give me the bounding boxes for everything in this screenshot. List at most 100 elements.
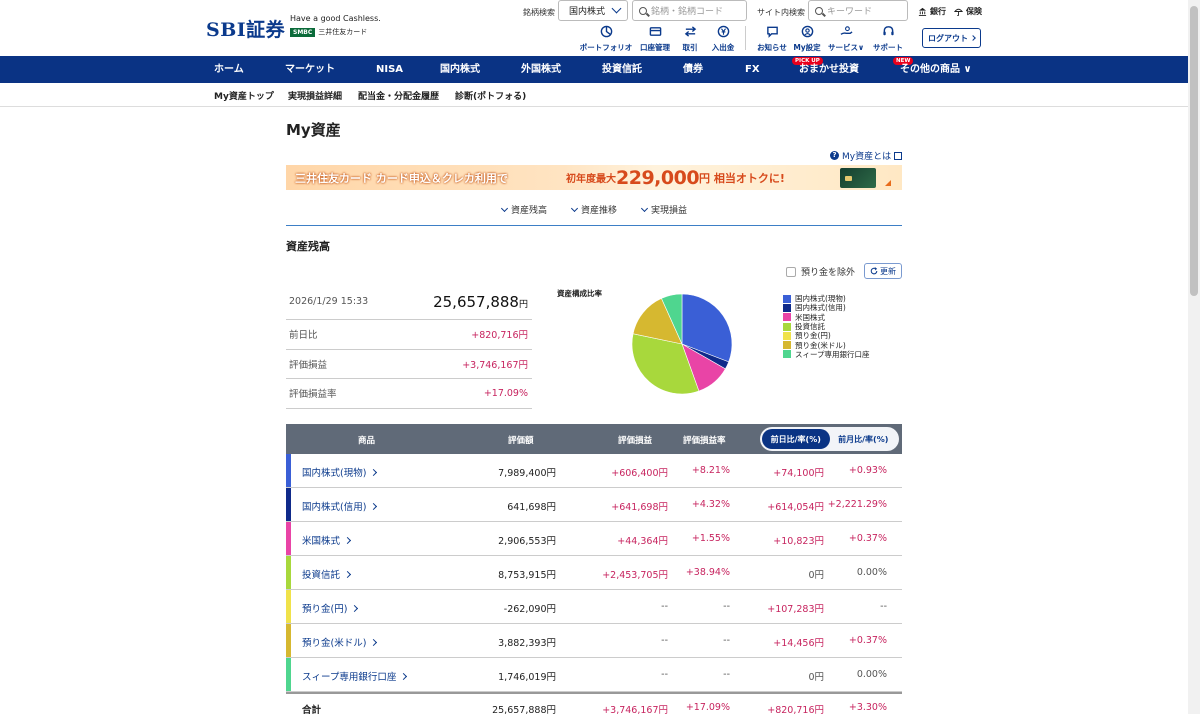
row-pl-rate: +4.32% [691, 499, 730, 510]
row-value: 1,746,019円 [498, 672, 556, 683]
col-value: 評価額 [508, 436, 534, 446]
chevron-down-icon [500, 204, 509, 212]
section-title: 資産残高 [286, 240, 330, 253]
anchor-realized[interactable]: 実現損益 [640, 203, 687, 216]
row-product-link[interactable]: 国内株式(現物) [302, 465, 378, 479]
exclude-deposit-toggle[interactable]: 預り金を除外 [786, 265, 855, 278]
refresh-button[interactable]: 更新 [864, 263, 902, 279]
question-icon: ? [830, 151, 839, 160]
col-product: 商品 [358, 436, 376, 446]
smbc-text: 三井住友カード [318, 28, 368, 36]
sbi-logo[interactable]: SBI証券 [206, 15, 285, 42]
credit-card-image [840, 168, 876, 188]
subnav-realized-pl[interactable]: 実現損益詳細 [288, 89, 342, 102]
chevron-down-icon [570, 204, 579, 212]
table-total-row: 合計 25,657,888円 +3,746,167円 +17.09% +820,… [286, 692, 902, 714]
row-product-link[interactable]: 預り金(円) [302, 601, 359, 615]
row-pl-rate: -- [723, 601, 730, 612]
nav-other-products[interactable]: その他の商品 ∨ [900, 56, 972, 83]
row-day-rate: +0.93% [848, 465, 887, 476]
banner-text: 三井住友カード カード申込＆クレカ利用で [295, 172, 508, 185]
nav-bonds[interactable]: 債券 [683, 56, 703, 83]
row-product-link[interactable]: 米国株式 [302, 533, 352, 547]
row-pl-rate: +1.55% [691, 533, 730, 544]
nav-fx[interactable]: FX [745, 56, 760, 83]
row-product-link[interactable]: 国内株式(信用) [302, 499, 378, 513]
row-color-bar [286, 522, 291, 555]
table-row: 預り金(米ドル) 3,882,393円 -- -- +14,456円 +0.37% [286, 624, 902, 658]
summary-total: 25,657,888円 [433, 292, 528, 311]
stock-search-input[interactable]: 銘柄・銘柄コード [632, 0, 747, 21]
nav-foreign-stocks[interactable]: 外国株式 [521, 56, 561, 83]
market-select-value: 国内株式 [569, 7, 606, 17]
row-day-rate: 0.00% [856, 669, 887, 680]
nav-market[interactable]: マーケット [285, 56, 335, 83]
row-day-rate: 0.00% [856, 567, 887, 578]
asset-summary: 2026/1/29 15:33 25,657,888円 前日比 +820,716… [286, 284, 532, 409]
summary-total-row: 2026/1/29 15:33 25,657,888円 [286, 284, 532, 320]
legend-label: スィープ専用銀行口座 [795, 349, 870, 359]
chevron-right-icon [351, 604, 359, 612]
nav-robo-advisor[interactable]: おまかせ投資 [799, 56, 859, 83]
external-link-icon [894, 151, 903, 160]
table-header: 商品 評価額 評価損益 評価損益率 前日比/率(%) 前月比/率(%) [286, 424, 902, 454]
exclude-deposit-checkbox[interactable] [786, 266, 796, 277]
anchor-balance[interactable]: 資産残高 [500, 203, 547, 216]
row-product-link[interactable]: 預り金(米ドル) [302, 635, 378, 649]
legend-swatch [783, 303, 791, 312]
row-pl: +2,453,705円 [602, 570, 668, 581]
total-day: +820,716円 [767, 705, 824, 714]
support-button[interactable]: サポート [858, 25, 918, 53]
row-color-bar [286, 556, 291, 589]
legend-swatch [783, 313, 791, 322]
tagline: Have a good Cashless. [290, 14, 381, 23]
nav-nisa[interactable]: NISA [376, 56, 403, 83]
row-pl: -- [661, 669, 668, 680]
row-value: -262,090円 [503, 604, 556, 615]
subnav-diagnosis[interactable]: 診断(ポトフォる) [455, 89, 526, 102]
logout-button[interactable]: ログアウト [922, 28, 981, 48]
insurance-link[interactable]: 保険 [954, 6, 982, 17]
table-row: 米国株式 2,906,553円 +44,364円 +1.55% +10,823円 +0.3… [286, 522, 902, 556]
site-search-label: サイト内検索 [757, 8, 805, 17]
bank-link[interactable]: 銀行 [918, 6, 946, 17]
toggle-day-over-day[interactable]: 前日比/率(%) [762, 429, 830, 449]
site-search-input[interactable]: キーワード [808, 0, 908, 21]
yen-coin-icon [717, 25, 729, 38]
section-anchors: 資産残高 資産推移 実現損益 [286, 203, 902, 226]
headset-icon [882, 26, 894, 36]
market-select[interactable]: 国内株式 [558, 0, 628, 21]
main-nav: ホーム マーケット NISA 国内株式 外国株式 投資信託 債券 FX PICK… [0, 56, 1188, 83]
sub-nav: My資産トップ 実現損益詳細 配当金・分配金履歴 診断(ポトフォる) [0, 83, 1188, 107]
nav-investment-trusts[interactable]: 投資信託 [602, 56, 642, 83]
promo-banner[interactable]: 三井住友カード カード申込＆クレカ利用で 初年度最大 229,000 円 相当オ… [286, 165, 902, 190]
stock-search-placeholder: 銘柄・銘柄コード [651, 7, 724, 17]
row-color-bar [286, 658, 291, 691]
nav-home[interactable]: ホーム [214, 56, 244, 83]
chevron-right-icon [370, 638, 378, 646]
subnav-dividend-history[interactable]: 配当金・分配金履歴 [358, 89, 439, 102]
nav-domestic-stocks[interactable]: 国内株式 [440, 56, 480, 83]
row-day-rate: +0.37% [848, 635, 887, 646]
row-value: 641,698円 [507, 502, 556, 513]
row-pl: +44,364円 [617, 536, 668, 547]
scrollbar-thumb[interactable] [1190, 6, 1198, 296]
subnav-my-assets-top[interactable]: My資産トップ [214, 89, 274, 102]
asset-allocation-pie [631, 293, 733, 395]
anchor-trend[interactable]: 資産推移 [570, 203, 617, 216]
scrollbar[interactable] [1188, 0, 1200, 714]
user-icon [801, 25, 813, 38]
toggle-month-over-month[interactable]: 前月比/率(%) [830, 429, 898, 449]
total-pl: +3,746,167円 [602, 705, 668, 714]
summary-datetime: 2026/1/29 15:33 [289, 296, 369, 307]
table-body: 国内株式(現物) 7,989,400円 +606,400円 +8.21% +74,100… [286, 454, 902, 692]
row-day: +74,100円 [773, 468, 824, 479]
row-product-link[interactable]: スィープ専用銀行口座 [302, 669, 408, 683]
row-product-link[interactable]: 投資信託 [302, 567, 352, 581]
refresh-icon [870, 267, 878, 275]
legend-swatch [783, 322, 791, 331]
row-pl-rate: -- [723, 635, 730, 646]
row-color-bar [286, 488, 291, 521]
chevron-down-icon [611, 3, 622, 14]
help-link[interactable]: ? My資産とは [830, 149, 903, 162]
